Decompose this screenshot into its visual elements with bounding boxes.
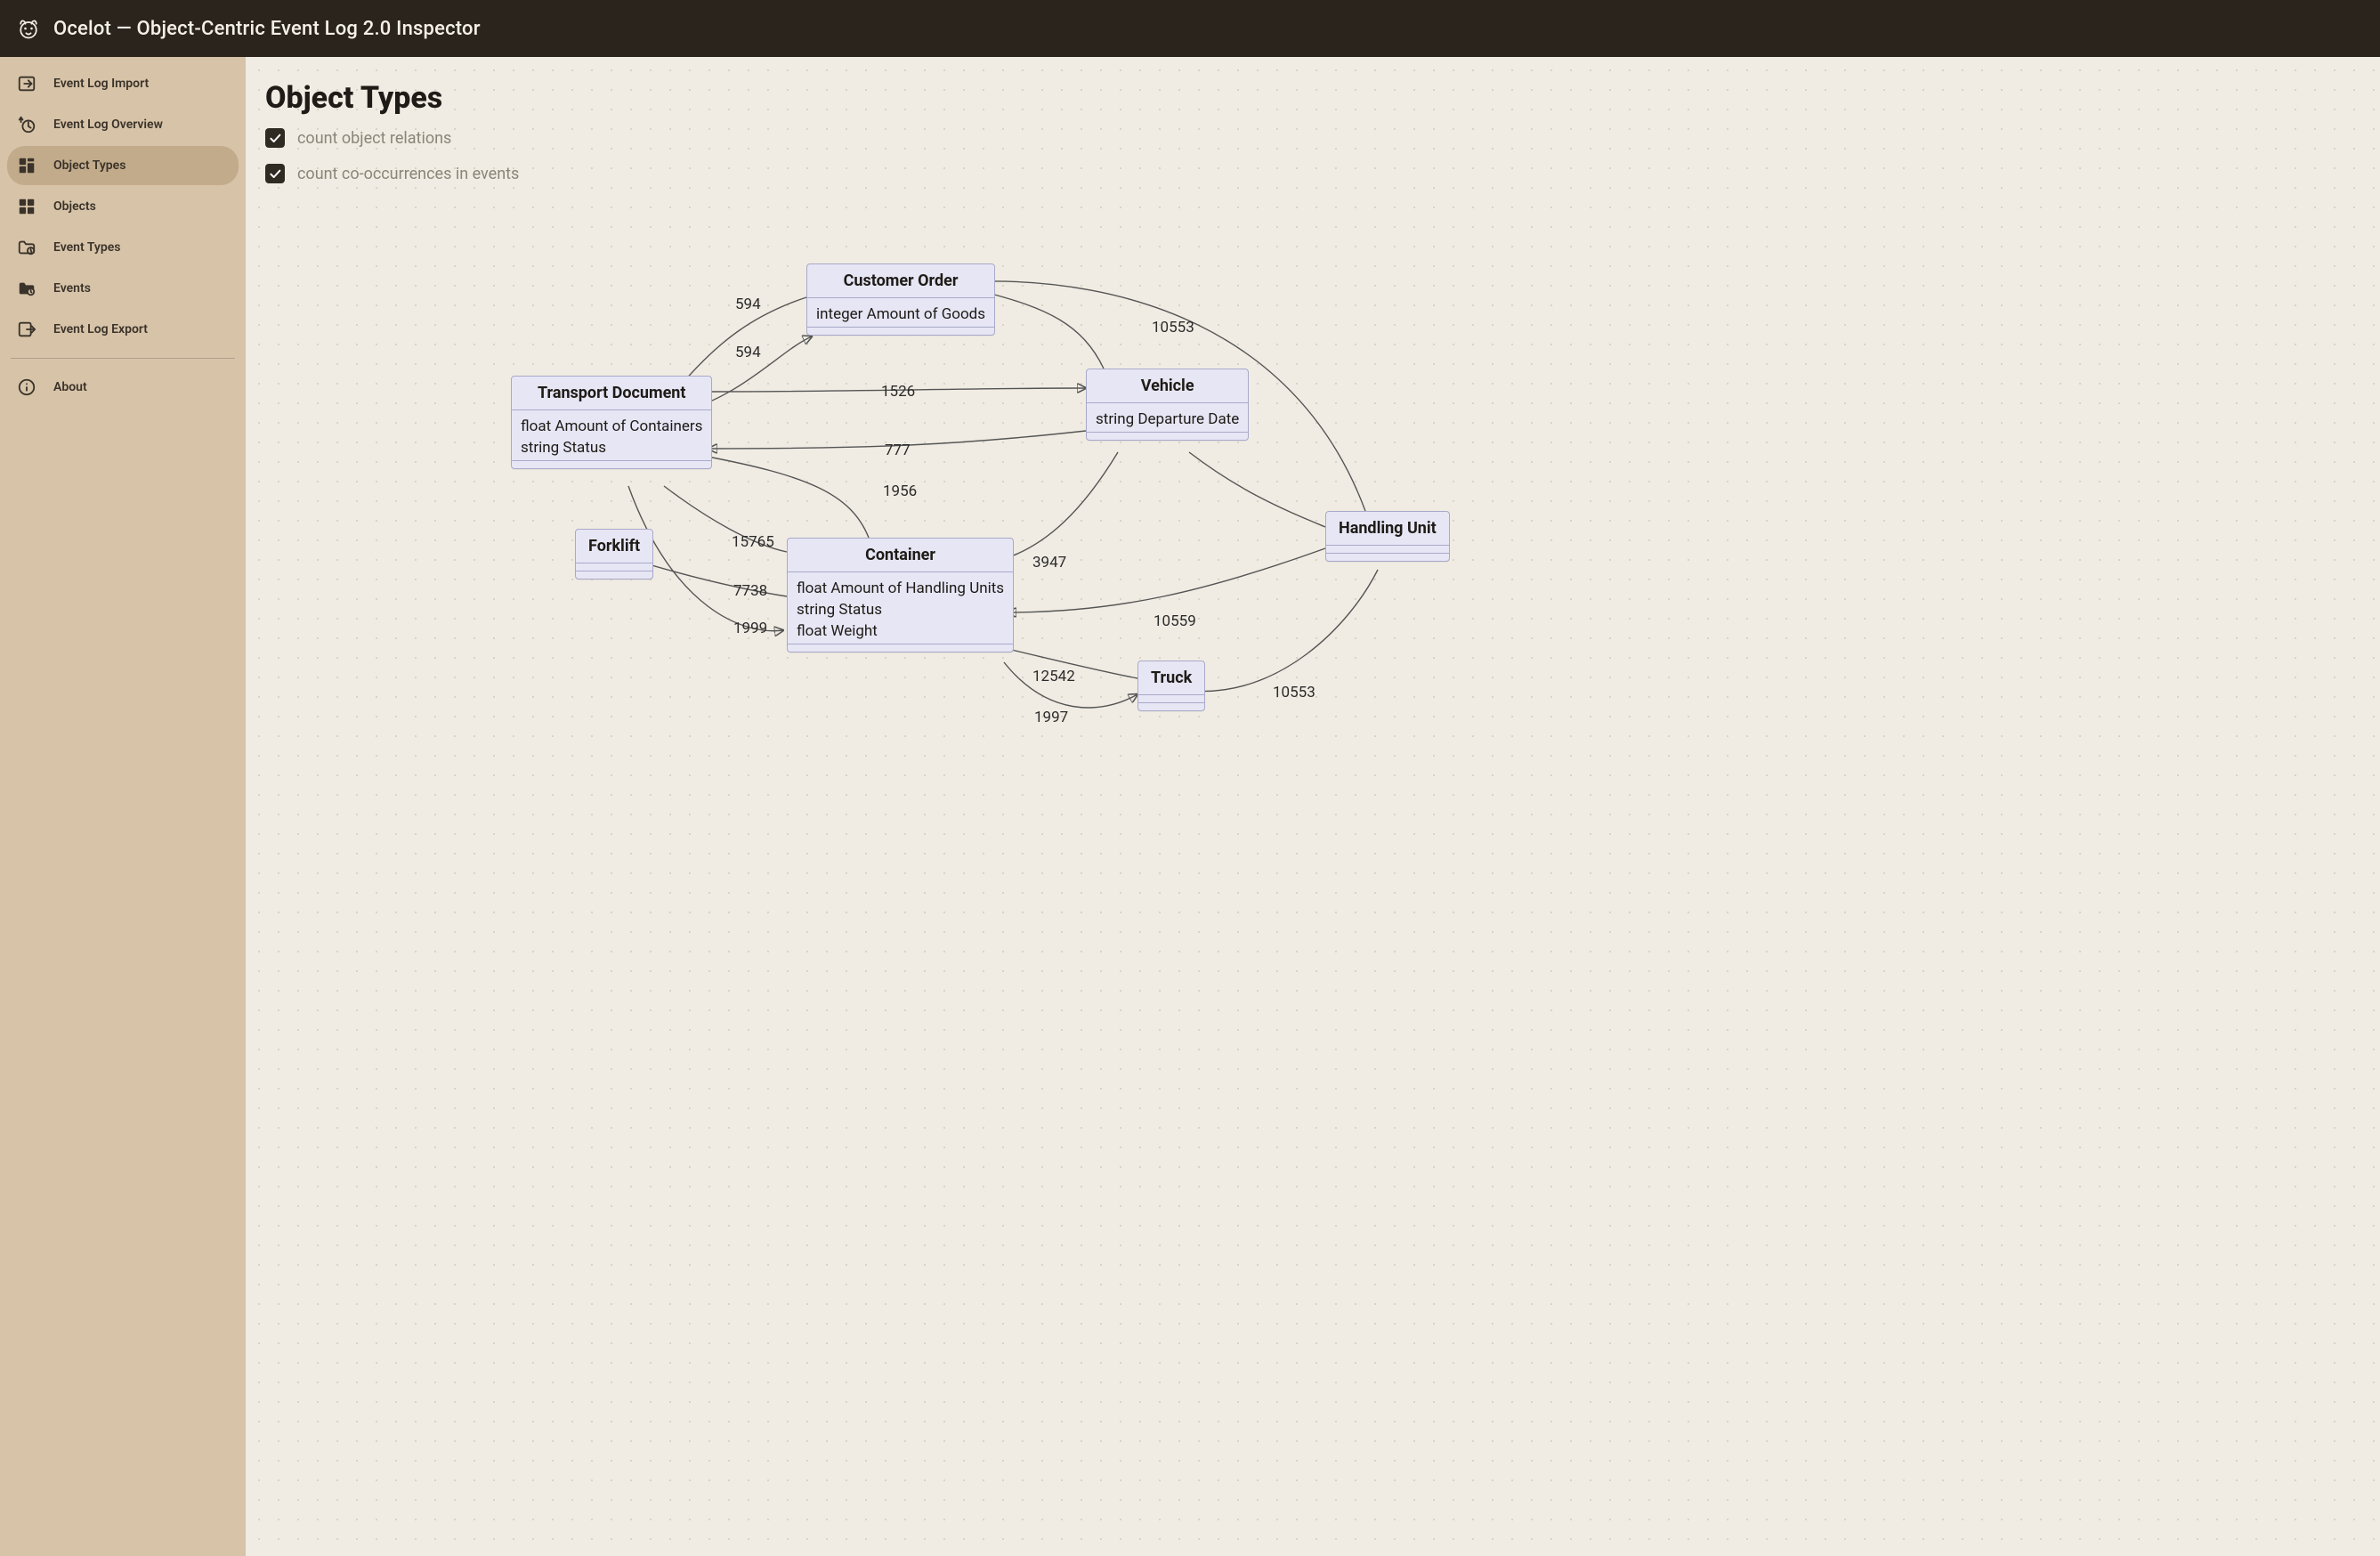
- sidebar-item-label: Event Log Import: [53, 77, 149, 91]
- sidebar-divider: [11, 358, 235, 359]
- node-attr: integer Amount of Goods: [816, 304, 985, 325]
- edge-label: 777: [883, 442, 912, 459]
- about-icon: [16, 377, 37, 398]
- node-attrs: [576, 563, 652, 571]
- edge-label: 1999: [732, 620, 769, 637]
- sidebar-item-label: Event Types: [53, 240, 120, 255]
- node-transport_document[interactable]: Transport Documentfloat Amount of Contai…: [511, 376, 712, 469]
- node-forklift[interactable]: Forklift: [575, 529, 653, 579]
- graph-nodes-layer: Customer Order integer Amount of Goods Tra…: [246, 57, 2380, 1556]
- node-title: Truck: [1138, 661, 1204, 695]
- events-icon: [16, 278, 37, 299]
- edge-label: 7738: [732, 582, 769, 600]
- sidebar-item-label: About: [53, 380, 87, 394]
- node-attrs: [1326, 546, 1449, 553]
- node-footer: [807, 327, 994, 335]
- node-title: Transport Document: [512, 377, 711, 410]
- node-title: Forklift: [576, 530, 652, 563]
- node-attrs: float Amount of Containersstring Status: [512, 410, 711, 460]
- edge-label: 10559: [1152, 612, 1198, 630]
- event-types-icon: [16, 237, 37, 258]
- sidebar: Event Log Import Event Log Overview Object…: [0, 57, 246, 1556]
- edge-label: 10553: [1271, 684, 1317, 701]
- sidebar-item-event-log-overview[interactable]: Event Log Overview: [7, 105, 239, 144]
- main-canvas[interactable]: Object Types count object relationscount…: [246, 57, 2380, 1556]
- node-vehicle[interactable]: Vehicle string Departure Date: [1086, 369, 1249, 441]
- import-icon: [16, 73, 37, 94]
- node-title: Handling Unit: [1326, 512, 1449, 546]
- node-truck[interactable]: Truck: [1137, 660, 1205, 711]
- sidebar-item-event-log-export[interactable]: Event Log Export: [7, 310, 239, 349]
- edge-label: 1956: [881, 482, 919, 500]
- object-types-icon: [16, 155, 37, 176]
- sidebar-item-events[interactable]: Events: [7, 269, 239, 308]
- node-title: Container: [788, 539, 1013, 572]
- sidebar-item-label: Events: [53, 281, 91, 296]
- node-footer: [1087, 432, 1248, 440]
- edge-label: 594: [733, 296, 763, 313]
- node-customer_order[interactable]: Customer Order integer Amount of Goods: [806, 263, 995, 336]
- edge-label: 1997: [1032, 709, 1070, 726]
- sidebar-item-event-types[interactable]: Event Types: [7, 228, 239, 267]
- edge-label: 15765: [730, 533, 776, 551]
- node-footer: [512, 460, 711, 468]
- sidebar-item-about[interactable]: About: [7, 368, 239, 407]
- node-footer: [1138, 702, 1204, 710]
- node-title: Vehicle: [1087, 369, 1248, 403]
- node-attrs: float Amount of Handling Unitsstring Sta…: [788, 572, 1013, 644]
- node-footer: [788, 644, 1013, 652]
- edge-label: 10553: [1150, 319, 1196, 336]
- node-attr: string Status: [521, 437, 702, 458]
- overview-icon: [16, 114, 37, 135]
- sidebar-item-label: Event Log Overview: [53, 118, 163, 132]
- objects-icon: [16, 196, 37, 217]
- app-title: Ocelot — Object-Centric Event Log 2.0 In…: [53, 18, 481, 40]
- export-icon: [16, 319, 37, 340]
- sidebar-item-event-log-import[interactable]: Event Log Import: [7, 64, 239, 103]
- node-container[interactable]: Containerfloat Amount of Handling Unitss…: [787, 538, 1014, 652]
- sidebar-item-label: Objects: [53, 199, 96, 214]
- node-title: Customer Order: [807, 264, 994, 298]
- sidebar-item-label: Event Log Export: [53, 322, 148, 336]
- node-attr: float Amount of Handling Units: [797, 578, 1004, 599]
- edge-label: 3947: [1031, 554, 1068, 571]
- edge-label: 12542: [1031, 668, 1077, 685]
- sidebar-item-objects[interactable]: Objects: [7, 187, 239, 226]
- node-footer: [1326, 553, 1449, 561]
- node-footer: [576, 571, 652, 579]
- node-attr: float Amount of Containers: [521, 416, 702, 437]
- node-attrs: [1138, 695, 1204, 702]
- node-attr: string Status: [797, 599, 1004, 620]
- edge-label: 1526: [879, 383, 917, 401]
- node-attrs: string Departure Date: [1087, 403, 1248, 432]
- node-attr: float Weight: [797, 620, 1004, 642]
- node-handling_unit[interactable]: Handling Unit: [1325, 511, 1450, 562]
- node-attr: string Departure Date: [1096, 409, 1239, 430]
- app-header: Ocelot — Object-Centric Event Log 2.0 In…: [0, 0, 2380, 57]
- app-logo-icon: [14, 14, 43, 43]
- sidebar-item-object-types[interactable]: Object Types: [7, 146, 239, 185]
- sidebar-item-label: Object Types: [53, 158, 125, 173]
- node-attrs: integer Amount of Goods: [807, 298, 994, 327]
- edge-label: 594: [733, 344, 763, 361]
